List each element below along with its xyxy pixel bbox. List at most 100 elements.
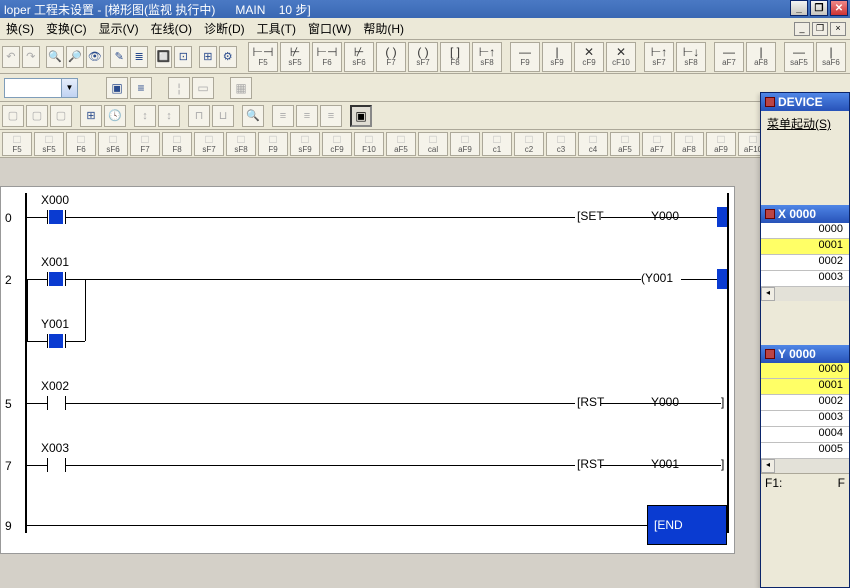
instruction-button[interactable]: □aF9 <box>706 132 736 156</box>
tool-button[interactable]: ▢ <box>2 105 24 127</box>
device-row[interactable]: 0001 <box>761 379 849 395</box>
device-row[interactable]: 0001 <box>761 239 849 255</box>
ladder-key-button[interactable]: ⊬sF5 <box>280 42 310 72</box>
monitor-mode-button[interactable]: ▣ <box>350 105 372 127</box>
tool-button[interactable]: ▦ <box>230 77 252 99</box>
instruction-button[interactable]: □F6 <box>66 132 96 156</box>
ladder-key-button[interactable]: —aF7 <box>714 42 744 72</box>
menu-item[interactable]: 换(S) <box>0 18 40 39</box>
tool-button[interactable]: 🕓 <box>104 105 126 127</box>
ladder-key-button[interactable]: ⊢⊣F6 <box>312 42 342 72</box>
device-row[interactable]: 0000 <box>761 363 849 379</box>
tool-button[interactable]: ▣ <box>106 77 128 99</box>
ladder-key-button[interactable]: ⊢↑sF8 <box>472 42 502 72</box>
tool-button[interactable]: 🔍 <box>46 46 64 68</box>
tool-button[interactable]: ⊞ <box>80 105 102 127</box>
menu-item[interactable]: 工具(T) <box>251 18 302 39</box>
ladder-key-button[interactable]: —F9 <box>510 42 540 72</box>
menu-item[interactable]: 窗口(W) <box>302 18 357 39</box>
ladder-key-button[interactable]: ⊢⊣F5 <box>248 42 278 72</box>
tool-button[interactable]: ≣ <box>130 46 148 68</box>
ladder-key-button[interactable]: ⊢↓sF8 <box>676 42 706 72</box>
instruction-button[interactable]: □aF5 <box>610 132 640 156</box>
undo-button[interactable]: ↶ <box>2 46 20 68</box>
device-x-scroll[interactable]: ◂ <box>761 287 849 301</box>
instruction-button[interactable]: □F8 <box>162 132 192 156</box>
ladder-key-button[interactable]: ( )F7 <box>376 42 406 72</box>
tool-button[interactable]: ≡ <box>296 105 318 127</box>
tool-button[interactable]: ⊔ <box>212 105 234 127</box>
mdi-minimize[interactable]: _ <box>794 22 810 36</box>
ladder-key-button[interactable]: ⊬sF6 <box>344 42 374 72</box>
tool-button[interactable]: ≡ <box>130 77 152 99</box>
ladder-key-button[interactable]: [ ]F8 <box>440 42 470 72</box>
device-menu[interactable]: 菜单起动(S) <box>761 111 849 135</box>
redo-button[interactable]: ↷ <box>22 46 40 68</box>
tool-button[interactable]: ⊓ <box>188 105 210 127</box>
instruction-button[interactable]: □cal <box>418 132 448 156</box>
device-window[interactable]: DEVICE 菜单起动(S) X 0000 0000000100020003 ◂… <box>760 92 850 588</box>
device-row[interactable]: 0004 <box>761 427 849 443</box>
tool-button[interactable]: ⊞ <box>199 46 217 68</box>
menu-item[interactable]: 帮助(H) <box>357 18 410 39</box>
instruction-button[interactable]: □sF7 <box>194 132 224 156</box>
instruction-button[interactable]: □sF6 <box>98 132 128 156</box>
minimize-button[interactable]: _ <box>790 0 808 16</box>
program-combo[interactable]: ▼ <box>4 78 78 98</box>
instruction-button[interactable]: □c4 <box>578 132 608 156</box>
mdi-close[interactable]: × <box>830 22 846 36</box>
menu-item[interactable]: 变换(C) <box>40 18 93 39</box>
tool-button[interactable]: ✎ <box>110 46 128 68</box>
device-row[interactable]: 0003 <box>761 411 849 427</box>
ladder-key-button[interactable]: ( )sF7 <box>408 42 438 72</box>
ladder-key-button[interactable]: |saF6 <box>816 42 846 72</box>
instruction-button[interactable]: □c1 <box>482 132 512 156</box>
instruction-button[interactable]: □aF5 <box>386 132 416 156</box>
instruction-button[interactable]: □aF8 <box>674 132 704 156</box>
device-row[interactable]: 0003 <box>761 271 849 287</box>
tool-button[interactable]: ⚙ <box>219 46 237 68</box>
tool-button[interactable]: ≡ <box>320 105 342 127</box>
menu-item[interactable]: 在线(O) <box>145 18 198 39</box>
instruction-button[interactable]: □c3 <box>546 132 576 156</box>
ladder-key-button[interactable]: —saF5 <box>784 42 814 72</box>
maximize-button[interactable]: ❐ <box>810 0 828 16</box>
menu-item[interactable]: 诊断(D) <box>198 18 251 39</box>
tool-button[interactable]: ▭ <box>192 77 214 99</box>
ladder-key-button[interactable]: ✕cF9 <box>574 42 604 72</box>
tool-button[interactable]: ▢ <box>50 105 72 127</box>
tool-button[interactable]: ¦ <box>168 77 190 99</box>
tool-button[interactable]: 🔍 <box>242 105 264 127</box>
instruction-button[interactable]: □F10 <box>354 132 384 156</box>
instruction-button[interactable]: □F9 <box>258 132 288 156</box>
instruction-button[interactable]: □F5 <box>2 132 32 156</box>
ladder-key-button[interactable]: |aF8 <box>746 42 776 72</box>
tool-button[interactable]: ⊡ <box>174 46 192 68</box>
instruction-button[interactable]: □sF5 <box>34 132 64 156</box>
device-row[interactable]: 0002 <box>761 395 849 411</box>
tool-button[interactable]: 🔎 <box>66 46 84 68</box>
tool-button[interactable]: ↕ <box>134 105 156 127</box>
tool-button[interactable]: ↕ <box>158 105 180 127</box>
instruction-button[interactable]: □aF9 <box>450 132 480 156</box>
ladder-key-button[interactable]: ✕cF10 <box>606 42 636 72</box>
tool-button[interactable]: 👁 <box>86 46 104 68</box>
device-row[interactable]: 0000 <box>761 223 849 239</box>
tool-button[interactable]: ≡ <box>272 105 294 127</box>
ladder-editor[interactable]: 0 X000 [SET Y000 2 X001 Y001 (Y001 <box>0 186 735 554</box>
mdi-restore[interactable]: ❐ <box>812 22 828 36</box>
tool-button[interactable]: ▢ <box>26 105 48 127</box>
instruction-button[interactable]: □F7 <box>130 132 160 156</box>
instruction-button[interactable]: □cF9 <box>322 132 352 156</box>
instruction-button[interactable]: □aF7 <box>642 132 672 156</box>
instruction-button[interactable]: □sF8 <box>226 132 256 156</box>
menu-item[interactable]: 显示(V) <box>93 18 145 39</box>
tool-button[interactable]: 🔲 <box>155 46 173 68</box>
instruction-button[interactable]: □sF9 <box>290 132 320 156</box>
ladder-key-button[interactable]: ⊢↑sF7 <box>644 42 674 72</box>
device-row[interactable]: 0005 <box>761 443 849 459</box>
ladder-key-button[interactable]: |sF9 <box>542 42 572 72</box>
device-y-scroll[interactable]: ◂ <box>761 459 849 473</box>
close-button[interactable]: ✕ <box>830 0 848 16</box>
device-row[interactable]: 0002 <box>761 255 849 271</box>
